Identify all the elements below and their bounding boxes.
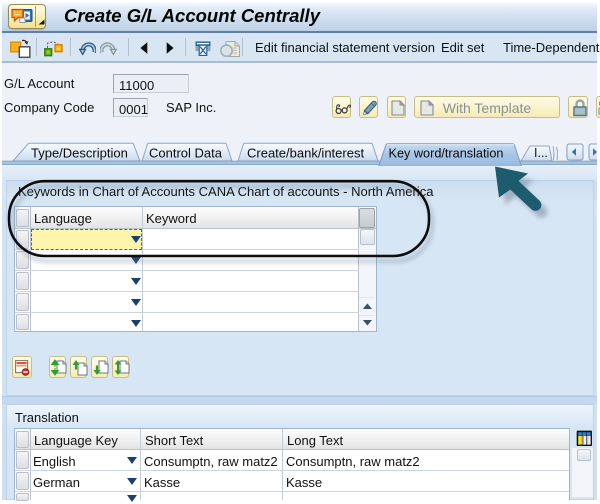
svg-text:I...: I...	[534, 146, 548, 160]
svg-text:Key word/translation: Key word/translation	[389, 146, 504, 160]
svg-text:Control Data: Control Data	[149, 145, 223, 160]
svg-text:Create/bank/interest: Create/bank/interest	[247, 145, 364, 160]
svg-text:Type/Description: Type/Description	[31, 145, 128, 160]
